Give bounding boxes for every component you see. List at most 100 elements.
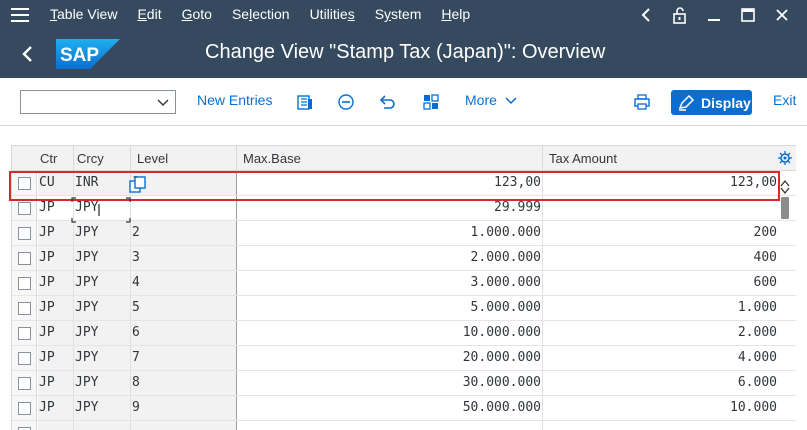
select-all-icon[interactable] [421,92,441,112]
menu-system[interactable]: System [365,0,432,29]
column-header-ctr[interactable]: Ctr [35,146,57,171]
cell-tax-amount[interactable]: 123,00 [544,171,777,195]
cell-crcy[interactable]: JPY [75,296,129,320]
row-selector[interactable] [12,346,37,370]
cell-ctr[interactable]: JP [39,296,73,320]
cell-crcy[interactable]: JPY [75,346,129,370]
menu-edit[interactable]: Edit [127,0,171,29]
row-checkbox[interactable] [17,201,31,215]
row-selector[interactable] [12,396,37,420]
cell-level[interactable]: 2 [132,221,232,245]
exit-button[interactable]: Exit [773,92,796,108]
cell-tax-amount[interactable] [544,196,777,220]
menu-table-view[interactable]: Table View [40,0,127,29]
menu-selection[interactable]: Selection [222,0,300,29]
cell-crcy[interactable]: JPY [75,196,129,220]
undo-icon[interactable] [378,92,398,112]
cell-max-base[interactable]: 1.000.000 [238,221,541,245]
cell-tax-amount[interactable]: 6.000 [544,371,777,395]
cell-crcy[interactable]: JPY [75,246,129,270]
cell-ctr[interactable]: JP [39,371,73,395]
row-checkbox[interactable] [17,401,31,415]
minimize-icon[interactable] [697,0,731,29]
cell-level[interactable] [132,196,232,220]
row-selector[interactable] [12,196,37,220]
row-checkbox[interactable] [17,276,31,290]
row-checkbox[interactable] [17,301,31,315]
cell-ctr[interactable]: JP [39,321,73,345]
cell-level[interactable]: 8 [132,371,232,395]
table-row[interactable]: JP JPY 3 2.000.000 400 [12,246,796,271]
cell-ctr[interactable]: JP [39,221,73,245]
delete-minus-icon[interactable] [336,92,356,112]
cell-tax-amount[interactable]: 600 [544,271,777,295]
cell-level[interactable]: 1 [132,171,232,195]
menu-goto[interactable]: Goto [172,0,222,29]
display-button[interactable]: Display [671,90,752,115]
table-row[interactable]: JP JPY 2 1.000.000 200 [12,221,796,246]
cell-ctr[interactable]: CU [39,171,73,195]
row-checkbox[interactable] [17,326,31,340]
cell-ctr[interactable]: JP [39,271,73,295]
cell-max-base[interactable]: 29.999 [238,196,541,220]
column-header-crcy[interactable]: Crcy [72,146,104,171]
row-selector[interactable] [12,271,37,295]
cell-level[interactable]: 5 [132,296,232,320]
cell-max-base[interactable]: 30.000.000 [238,371,541,395]
cell-crcy[interactable] [75,421,129,430]
row-checkbox[interactable] [17,226,31,240]
cell-tax-amount[interactable]: 10.000 [544,396,777,420]
cell-crcy[interactable]: INR [75,171,129,195]
row-checkbox[interactable] [17,176,31,190]
table-row[interactable]: JP JPY 9 50.000.000 10.000 [12,396,796,421]
table-settings-icon[interactable] [778,151,792,165]
row-checkbox[interactable] [17,351,31,365]
cell-level[interactable]: 4 [132,271,232,295]
back-arrow-icon[interactable] [14,41,40,67]
table-row[interactable]: JP JPY 5 5.000.000 1.000 [12,296,796,321]
row-selector[interactable] [12,246,37,270]
cell-max-base[interactable]: 50.000.000 [238,396,541,420]
cell-ctr[interactable]: JP [39,396,73,420]
cell-ctr[interactable] [39,421,73,430]
table-row[interactable]: JP JPY 4 3.000.000 600 [12,271,796,296]
cell-max-base[interactable]: 2.000.000 [238,246,541,270]
cell-level[interactable] [132,421,232,430]
column-header-level[interactable]: Level [132,146,168,171]
print-icon[interactable] [632,92,652,112]
copy-icon[interactable] [129,176,147,194]
cell-tax-amount[interactable]: 1.000 [544,296,777,320]
cell-max-base[interactable]: 10.000.000 [238,321,541,345]
column-header-max-base[interactable]: Max.Base [238,146,301,171]
cell-crcy[interactable]: JPY [75,371,129,395]
command-field-select[interactable] [20,90,176,114]
column-header-tax-amount[interactable]: Tax Amount [544,146,617,171]
cell-tax-amount[interactable]: 400 [544,246,777,270]
cell-level[interactable]: 3 [132,246,232,270]
menu-utilities[interactable]: Utilities [300,0,365,29]
table-row[interactable]: JP JPY 7 20.000.000 4.000 [12,346,796,371]
close-icon[interactable] [765,0,799,29]
cell-tax-amount[interactable]: 200 [544,221,777,245]
table-row[interactable]: JP JPY 29.999 [12,196,796,221]
table-row[interactable] [12,421,796,430]
row-selector[interactable] [12,421,37,430]
chevron-left-icon[interactable] [629,0,663,29]
row-checkbox[interactable] [17,426,31,430]
new-entries-button[interactable]: New Entries [197,92,272,108]
cell-crcy[interactable]: JPY [75,221,129,245]
row-checkbox[interactable] [17,376,31,390]
table-row[interactable]: JP JPY 8 30.000.000 6.000 [12,371,796,396]
cell-tax-amount[interactable]: 2.000 [544,321,777,345]
vertical-scrollbar[interactable] [780,171,790,430]
row-selector[interactable] [12,171,37,195]
cell-ctr[interactable]: JP [39,196,73,220]
cell-ctr[interactable]: JP [39,246,73,270]
hamburger-menu-icon[interactable] [0,0,40,29]
cell-level[interactable]: 6 [132,321,232,345]
scrollbar-thumb[interactable] [781,197,789,219]
cell-level[interactable]: 7 [132,346,232,370]
cell-tax-amount[interactable]: 4.000 [544,346,777,370]
maximize-icon[interactable] [731,0,765,29]
scroll-down-icon[interactable] [780,186,790,196]
